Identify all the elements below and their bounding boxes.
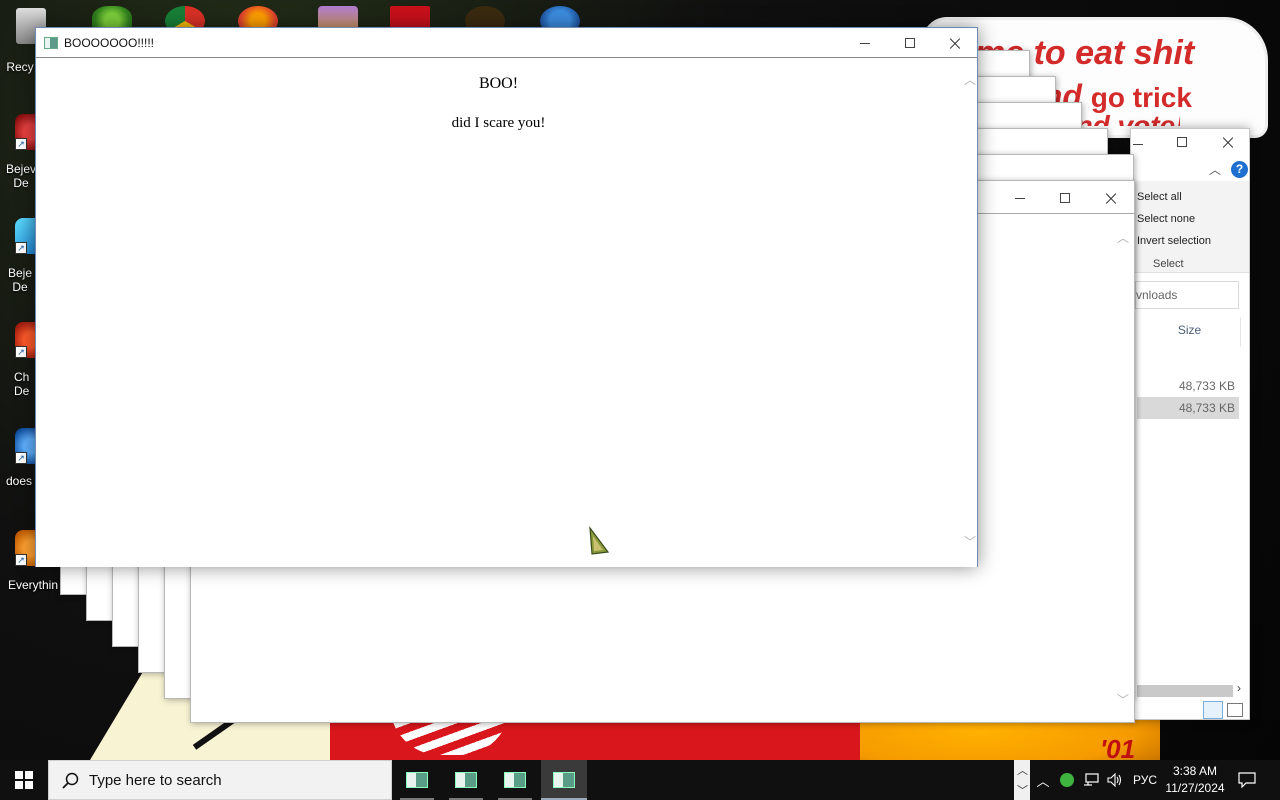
window-icon: [44, 37, 58, 49]
file-size: 48,733 KB: [1178, 401, 1235, 415]
file-explorer-window[interactable]: × ︿ ? Select all Select none Invert sele…: [1130, 128, 1250, 720]
close-icon: ×: [946, 31, 964, 55]
maximize-icon: [1060, 193, 1070, 203]
clock-date: 11/27/2024: [1165, 781, 1225, 795]
wallpaper-text: go trick: [1090, 82, 1192, 113]
maximize-button[interactable]: [1042, 183, 1088, 213]
select-all-button[interactable]: Select all: [1137, 191, 1182, 203]
desktop-icon-label: Beje De: [8, 266, 33, 294]
chevron-up-icon: ︿: [1036, 773, 1050, 789]
close-icon: ×: [1219, 130, 1237, 154]
desktop-icon-label: Bejev De: [6, 162, 37, 190]
shortcut-arrow-icon: ↗: [15, 242, 27, 254]
minimize-icon: [860, 42, 870, 44]
taskbar-app[interactable]: [443, 760, 489, 800]
help-icon[interactable]: ?: [1231, 161, 1248, 178]
cursor-icon: [589, 526, 610, 555]
large-icons-view-icon[interactable]: [1227, 703, 1243, 717]
maximize-icon: [1177, 137, 1187, 147]
search-icon: [62, 772, 79, 789]
search-input[interactable]: vnloads: [1135, 281, 1239, 309]
chevron-right-icon[interactable]: ›: [1237, 681, 1241, 695]
taskbar-app[interactable]: [492, 760, 538, 800]
chevron-down-icon[interactable]: ﹀: [1017, 782, 1028, 798]
title-bar[interactable]: BOOOOOOO!!!!! ×: [36, 28, 977, 58]
window-app-icon: [455, 772, 477, 788]
tray-app-icon[interactable]: [1056, 760, 1078, 800]
window-content: BOO! did I scare you!: [36, 59, 961, 567]
clock[interactable]: 3:38 AM 11/27/2024: [1160, 763, 1230, 797]
close-button[interactable]: ×: [1088, 183, 1134, 213]
taskbar-app-active[interactable]: [541, 760, 587, 800]
heading: BOO!: [478, 75, 519, 92]
chevron-up-icon[interactable]: ︿: [1209, 161, 1221, 178]
window-app-icon: [406, 772, 428, 788]
ribbon-group-label: Select: [1153, 258, 1184, 270]
window-app-icon: [504, 772, 526, 788]
language-indicator[interactable]: РУС: [1128, 760, 1162, 800]
vertical-scrollbar[interactable]: ︿ ﹀: [961, 59, 977, 567]
minimize-icon: [1133, 143, 1143, 145]
wallpaper-text: '01: [1100, 734, 1136, 760]
close-icon: ×: [1102, 186, 1120, 210]
maximize-button[interactable]: [1159, 127, 1205, 157]
desktop-icon-label: does: [6, 474, 33, 488]
maximize-button[interactable]: [887, 28, 933, 58]
message: did I scare you!: [451, 115, 546, 131]
search-placeholder: Type here to search: [89, 772, 222, 789]
scroll-down-icon[interactable]: ﹀: [964, 536, 976, 548]
users-tray-icon: [1060, 773, 1074, 787]
close-button[interactable]: ×: [1205, 127, 1251, 157]
details-view-icon[interactable]: [1203, 701, 1223, 719]
shortcut-arrow-icon: ↗: [15, 346, 27, 358]
volume-icon: [1107, 773, 1122, 787]
invert-selection-button[interactable]: Invert selection: [1137, 235, 1211, 247]
notifications-button[interactable]: [1232, 760, 1262, 800]
clock-time: 3:38 AM: [1172, 764, 1218, 778]
window-app-icon: [553, 772, 575, 788]
shortcut-arrow-icon: ↗: [15, 138, 27, 150]
close-button[interactable]: ×: [932, 28, 978, 58]
select-none-button[interactable]: Select none: [1137, 213, 1195, 225]
file-row[interactable]: 48,733 KB: [1137, 397, 1239, 419]
window-title: BOOOOOOO!!!!!: [64, 36, 155, 50]
column-header-size[interactable]: Size: [1139, 317, 1241, 347]
ribbon: Select all Select none Invert selection …: [1131, 181, 1249, 273]
file-row[interactable]: 48,733 KB: [1137, 375, 1239, 397]
notification-icon: [1238, 772, 1256, 788]
scroll-down-icon[interactable]: ﹀: [1117, 694, 1129, 706]
boo-window[interactable]: BOOOOOOO!!!!! × BOO! did I scare you! ︿ …: [35, 27, 978, 567]
maximize-icon: [905, 38, 915, 48]
desktop-icon-label: Everythin: [8, 578, 59, 592]
taskbar-app[interactable]: [394, 760, 440, 800]
shortcut-arrow-icon: ↗: [15, 452, 27, 464]
network-icon: [1084, 773, 1099, 786]
file-size: 48,733 KB: [1178, 379, 1235, 393]
windows-logo-icon: [15, 771, 33, 789]
minimize-button[interactable]: [842, 28, 888, 58]
show-hidden-icons-button[interactable]: ︿: [1034, 760, 1052, 800]
start-button[interactable]: [0, 760, 48, 800]
desktop-icon-label: Ch De: [14, 370, 30, 398]
horizontal-scrollbar[interactable]: [1137, 685, 1233, 697]
network-button[interactable]: [1080, 760, 1102, 800]
scroll-up-icon[interactable]: ︿: [964, 74, 976, 86]
minimize-button[interactable]: [997, 183, 1043, 213]
minimize-icon: [1015, 197, 1025, 199]
desktop-icon-label: Recy: [6, 60, 34, 74]
chevron-up-icon[interactable]: ︿: [1017, 762, 1028, 778]
shortcut-arrow-icon: ↗: [15, 554, 27, 566]
search-box[interactable]: Type here to search: [48, 760, 392, 800]
taskbar-scroll[interactable]: ︿ ﹀: [1014, 760, 1030, 800]
taskbar: Type here to search ︿ ﹀ ︿ РУС 3:38 AM 11…: [0, 760, 1280, 800]
scroll-up-icon[interactable]: ︿: [1117, 232, 1129, 244]
volume-button[interactable]: [1104, 760, 1126, 800]
